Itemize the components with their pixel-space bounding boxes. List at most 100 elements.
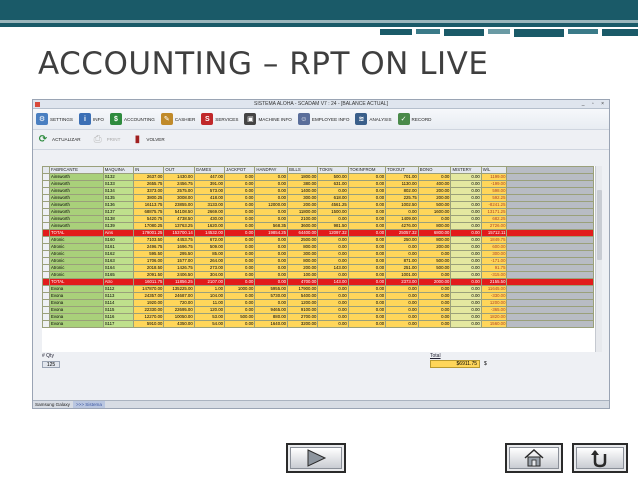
row-selector[interactable]: [42, 229, 50, 237]
table-cell: 0.00: [224, 257, 256, 265]
table-cell: -315.00: [480, 271, 508, 279]
toolbar-employee-info-button[interactable]: ☺ EMPLOYEE INFO: [297, 113, 349, 125]
table-row[interactable]: Atronic S162 595.50 295.50 85.00 0.00 0.00 300.…: [42, 250, 594, 258]
return-button[interactable]: [572, 443, 628, 473]
table-cell: 11645.00: [480, 285, 508, 293]
table-row[interactable]: Evona S116 12270.00 10050.00 53.00 500.00 880.…: [42, 313, 594, 321]
column-header[interactable]: GAMES: [193, 166, 226, 174]
table-cell: 0.00: [450, 285, 482, 293]
window-controls[interactable]: _ ▫ ×: [582, 100, 607, 109]
row-selector[interactable]: [42, 292, 50, 300]
table-cell: Ainsworth: [49, 208, 104, 216]
table-cell: S139: [102, 222, 135, 230]
table-cell: 1426.75: [163, 264, 195, 272]
toolbar-analysis-button[interactable]: ≋ ANALYSIS: [355, 113, 392, 125]
table-row[interactable]: Evona S114 1920.00 720.00 11.00 0.00 0.00 1200.…: [42, 299, 594, 307]
table-cell: 0.00: [347, 187, 387, 195]
play-arrow-icon: [307, 449, 327, 467]
toolbar-settings-button[interactable]: ⚙ SETTINGS: [36, 113, 73, 125]
table-row[interactable]: Ainsworth S136 16113.75 23855.00 3133.00 0.00…: [42, 201, 594, 209]
total-row[interactable]: TOTAL Atro 16011.75 11856.25 2107.00 0.00 0.00…: [42, 278, 594, 286]
row-selector[interactable]: [42, 257, 50, 265]
next-slide-button[interactable]: [286, 443, 346, 473]
table-row[interactable]: Atronic S164 2018.50 1426.75 273.00 0.00 0.00 2…: [42, 264, 594, 272]
table-row[interactable]: Ainsworth S137 68875.75 54108.50 2669.00 0.00…: [42, 208, 594, 216]
row-selector[interactable]: [42, 201, 50, 209]
column-header[interactable]: W/L: [480, 166, 508, 174]
toolbar-accounting-button[interactable]: $ ACCOUNTING: [109, 113, 155, 125]
column-header[interactable]: BILLS: [287, 166, 319, 174]
row-selector[interactable]: [42, 222, 50, 230]
table-row[interactable]: Ainsworth S138 5420.75 4738.50 430.00 0.00 0.0…: [42, 215, 594, 223]
table-cell: 391.00: [193, 180, 226, 188]
table-cell: S137: [102, 208, 135, 216]
table-cell: 0.00: [347, 313, 387, 321]
row-selector[interactable]: [42, 180, 50, 188]
table-row[interactable]: Ainsworth S135 3800.25 3008.00 418.00 0.00 0.0…: [42, 194, 594, 202]
toolbar-info-button[interactable]: i INFO: [78, 113, 104, 125]
table-cell: 0.00: [224, 201, 256, 209]
column-header[interactable]: IN: [133, 166, 165, 174]
table-cell: 0.00: [317, 285, 349, 293]
table-row[interactable]: Atronic S161 2496.75 1696.75 509.00 0.00 0.00 8…: [42, 243, 594, 251]
column-header[interactable]: OUT: [163, 166, 195, 174]
back-button[interactable]: ▮ VOLVER: [130, 133, 165, 147]
row-selector[interactable]: [42, 264, 50, 272]
window-title: SISTEMA ALOHA - SCADAM V7 : 24 - [BALANC…: [254, 101, 388, 107]
row-selector[interactable]: [42, 236, 50, 244]
table-cell: 631.00: [317, 180, 349, 188]
total-row[interactable]: TOTAL Ains 179001.25 153700.14 14532.00 0.00 1…: [42, 229, 594, 237]
table-cell: 9100.00: [287, 306, 319, 314]
row-selector[interactable]: [42, 208, 50, 216]
table-row[interactable]: Evona S115 22330.00 22695.00 120.00 0.00 9465.…: [42, 306, 594, 314]
table-row[interactable]: Ainsworth S132 2637.00 1430.00 447.00 0.00 0.0…: [42, 173, 594, 181]
table-row[interactable]: Evona S113 24357.00 24687.00 104.00 0.00 5730.…: [42, 292, 594, 300]
table-row[interactable]: Evona S117 5910.00 4350.00 54.00 0.00 1640.00 3…: [42, 320, 594, 328]
toolbar-machine-info-button[interactable]: ▣ MACHINE INFO: [244, 113, 292, 125]
grid-empty-cell: [506, 257, 594, 265]
row-selector[interactable]: [42, 194, 50, 202]
table-row[interactable]: Evona S112 147870.00 135225.00 1.00 1000.00 59…: [42, 285, 594, 293]
column-header[interactable]: TOKINFROM: [347, 166, 387, 174]
row-selector[interactable]: [42, 243, 50, 251]
row-selector[interactable]: [42, 313, 50, 321]
table-row[interactable]: Ainsworth S139 17080.25 13763.25 1620.00 0.00…: [42, 222, 594, 230]
status-system-link[interactable]: >>> Sistema: [72, 401, 105, 408]
scroll-thumb[interactable]: [597, 190, 602, 260]
row-selector[interactable]: [42, 278, 50, 286]
table-row[interactable]: Atronic S165 2091.50 2406.50 304.00 0.00 0.00 1…: [42, 271, 594, 279]
table-row[interactable]: Atronic S163 1706.00 1577.00 264.00 0.00 0.00 8…: [42, 257, 594, 265]
table-cell: 0.00: [224, 215, 256, 223]
row-selector[interactable]: [42, 285, 50, 293]
column-header[interactable]: HANDPAY: [254, 166, 289, 174]
table-row[interactable]: Atronic S160 7103.50 4453.75 672.00 0.00 0.00 2…: [42, 236, 594, 244]
row-selector[interactable]: [42, 187, 50, 195]
table-cell: 0.00: [450, 264, 482, 272]
row-selector[interactable]: [42, 173, 50, 181]
table-row[interactable]: Ainsworth S134 3373.00 2575.00 573.00 0.00 0.0…: [42, 187, 594, 195]
table-row[interactable]: Ainsworth S133 2655.75 2456.75 391.00 0.00 0.0…: [42, 180, 594, 188]
row-selector[interactable]: [42, 306, 50, 314]
column-header[interactable]: TOKIN: [317, 166, 349, 174]
column-header[interactable]: MISTERY: [450, 166, 482, 174]
balance-grid[interactable]: FABRICANTE MAQUINA IN OUT GAMES JACKPOT HANDPA…: [42, 166, 602, 352]
column-header[interactable]: JACKPOT: [224, 166, 256, 174]
row-selector[interactable]: [42, 299, 50, 307]
toolbar-services-button[interactable]: S SERVICES: [201, 113, 238, 125]
toolbar-record-button[interactable]: ✓ RECORD: [397, 113, 431, 125]
row-selector[interactable]: [42, 215, 50, 223]
table-cell: 12270.00: [133, 313, 165, 321]
grid-scrollbar[interactable]: [595, 166, 602, 352]
toolbar-cashier-button[interactable]: ✎ CASHIER: [160, 113, 195, 125]
refresh-button[interactable]: ⟳ ACTUALIZAR: [36, 133, 81, 147]
column-header[interactable]: BONO: [417, 166, 452, 174]
column-header[interactable]: TOKOUT: [385, 166, 419, 174]
column-header[interactable]: MAQUINA: [102, 166, 135, 174]
print-button[interactable]: ⎙ PRINT: [91, 133, 121, 147]
row-selector[interactable]: [42, 271, 50, 279]
table-cell: 295.50: [163, 250, 195, 258]
column-header[interactable]: FABRICANTE: [49, 166, 104, 174]
home-button[interactable]: [505, 443, 563, 473]
row-selector[interactable]: [42, 250, 50, 258]
row-selector[interactable]: [42, 320, 50, 328]
